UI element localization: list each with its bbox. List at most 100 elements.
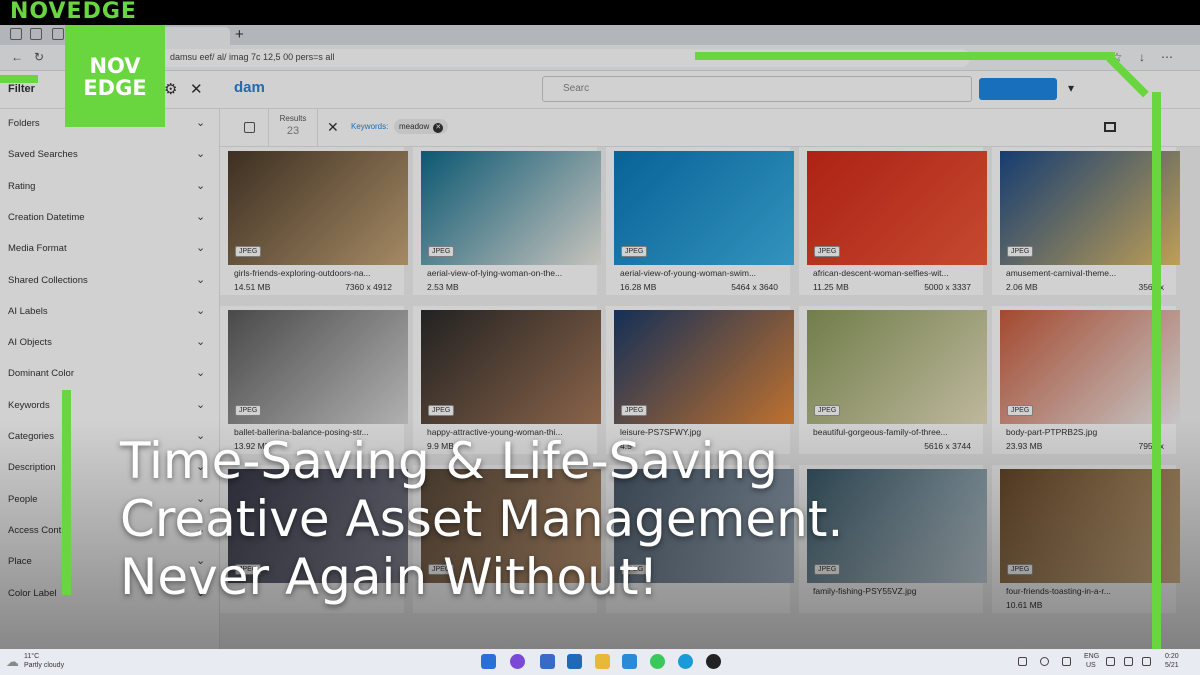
- chevron-down-icon[interactable]: ⌄: [196, 179, 205, 192]
- results-count: 23: [286, 125, 300, 137]
- chip-remove-icon[interactable]: ✕: [433, 123, 444, 133]
- format-badge: JPEG: [814, 405, 841, 416]
- battery-icon[interactable]: [1142, 657, 1151, 666]
- tab-actions-icon[interactable]: [30, 28, 42, 40]
- chevron-down-icon[interactable]: ⌄: [196, 366, 205, 379]
- chevron-down-icon[interactable]: ⌄: [196, 304, 205, 317]
- chevron-down-icon[interactable]: ⌄: [196, 210, 205, 223]
- filter-item-label: AI Labels: [8, 305, 48, 317]
- chevron-down-icon[interactable]: ⌄: [196, 116, 205, 129]
- format-badge: JPEG: [235, 405, 262, 416]
- language-indicator[interactable]: ENG: [1084, 653, 1099, 660]
- chevron-down-icon[interactable]: ⌄: [196, 241, 205, 254]
- filter-item-label: Folders: [8, 118, 40, 129]
- weather-icon[interactable]: ☁: [6, 654, 19, 670]
- filter-item[interactable]: AI Labels ⌄: [0, 297, 220, 328]
- filter-item-label: Place: [8, 556, 32, 568]
- edge-icon[interactable]: [678, 654, 693, 669]
- profile-icon[interactable]: [10, 28, 22, 40]
- format-badge: JPEG: [428, 405, 455, 416]
- filter-item[interactable]: Rating ⌄: [0, 172, 220, 203]
- close-icon[interactable]: ✕: [190, 80, 203, 98]
- search-input[interactable]: Searc: [542, 76, 972, 102]
- weather-temp: 11°C: [24, 653, 40, 660]
- novedge-logo: NOVEDGE: [10, 0, 137, 24]
- filter-item[interactable]: AI Objects ⌄: [0, 328, 220, 359]
- filter-item-label: People: [8, 493, 38, 505]
- asset-card[interactable]: JPEG aerial-view-of-young-woman-swim... 16…: [606, 147, 794, 295]
- results-toolbar: Results 23 ✕ Keywords: meadow ✕: [220, 109, 1200, 147]
- asset-filesize: 2.06 MB: [1006, 282, 1038, 292]
- filter-item-label: Keywords: [8, 399, 50, 411]
- asset-filename: amusement-carnival-theme...: [1006, 268, 1117, 278]
- clock-time[interactable]: 0:20: [1165, 653, 1179, 660]
- weather-desc: Partly cloudy: [24, 662, 65, 669]
- asset-dimensions: 5000 x 3337: [924, 282, 971, 292]
- asset-filename: african-descent-woman-selfies-wit...: [813, 268, 949, 278]
- filter-item[interactable]: Creation Datetime ⌄: [0, 203, 220, 234]
- asset-card[interactable]: JPEG african-descent-woman-selfies-wit...…: [799, 147, 987, 295]
- tray-chevron-icon[interactable]: [1018, 657, 1027, 666]
- volume-icon[interactable]: [1124, 657, 1133, 666]
- asset-filesize: 2.53 MB: [427, 282, 459, 292]
- filter-item-label: Categories: [8, 431, 54, 442]
- filter-item[interactable]: Dominant Color ⌄: [0, 359, 220, 390]
- clear-filters-icon[interactable]: ✕: [327, 119, 339, 136]
- app-brand-logo[interactable]: dam: [234, 79, 265, 96]
- chevron-down-icon[interactable]: ⌄: [196, 398, 205, 411]
- app-icon[interactable]: [706, 654, 721, 669]
- browser-tab-bar: ss +: [0, 25, 1200, 45]
- teams-icon[interactable]: [540, 654, 555, 669]
- primary-action-button[interactable]: [979, 78, 1057, 100]
- asset-card[interactable]: JPEG girls-friends-exploring-outdoors-na.…: [220, 147, 408, 295]
- filter-item[interactable]: Shared Collections ⌄: [0, 266, 220, 297]
- format-badge: JPEG: [621, 246, 648, 257]
- filter-item[interactable]: Saved Searches ⌄: [0, 140, 220, 171]
- headline-line-2: Creative Asset Management.: [120, 490, 844, 548]
- select-all-checkbox[interactable]: [244, 122, 255, 133]
- chevron-down-icon[interactable]: ⌄: [196, 335, 205, 348]
- back-icon[interactable]: ←: [10, 50, 24, 64]
- format-badge: JPEG: [1007, 246, 1034, 257]
- start-icon[interactable]: [481, 654, 496, 669]
- refresh-icon[interactable]: ↻: [32, 50, 46, 64]
- os-taskbar: ☁ 11°C Partly cloudy ENG US 0:20 5/21: [0, 649, 1200, 675]
- asset-filesize: 16.28 MB: [620, 282, 657, 292]
- filter-item-label: Saved Searches: [8, 149, 78, 161]
- asset-filesize: 14.51 MB: [234, 282, 271, 292]
- keyword-chip[interactable]: meadow ✕: [394, 119, 449, 134]
- extensions-icon[interactable]: ⋯: [1160, 50, 1174, 64]
- green-accent-top: [695, 52, 1115, 60]
- green-accent-vertical: [62, 390, 71, 595]
- tray-app-icon[interactable]: [1062, 657, 1071, 666]
- filter-item[interactable]: Keywords ⌄: [0, 391, 220, 422]
- headline-line-1: Time-Saving & Life-Saving: [120, 432, 778, 490]
- filter-item-label: Shared Collections: [8, 274, 88, 286]
- asset-card[interactable]: JPEG aerial-view-of-lying-woman-on-the...…: [413, 147, 601, 295]
- new-tab-button[interactable]: +: [235, 26, 244, 43]
- asset-card[interactable]: JPEG amusement-carnival-theme... 2.06 MB 35…: [992, 147, 1180, 295]
- tray-weather-icon[interactable]: [1040, 657, 1049, 666]
- wifi-icon[interactable]: [1106, 657, 1115, 666]
- format-badge: JPEG: [428, 246, 455, 257]
- whatsapp-icon[interactable]: [650, 654, 665, 669]
- chevron-down-icon[interactable]: ⌄: [196, 147, 205, 160]
- outlook-icon[interactable]: [567, 654, 582, 669]
- filter-item[interactable]: Media Format ⌄: [0, 234, 220, 265]
- gear-icon[interactable]: ⚙: [164, 80, 177, 98]
- asset-filename: girls-friends-exploring-outdoors-na...: [234, 268, 371, 278]
- store-icon[interactable]: [622, 654, 637, 669]
- chevron-down-icon[interactable]: ▾: [1068, 81, 1074, 95]
- asset-filename: aerial-view-of-lying-woman-on-the...: [427, 268, 563, 278]
- download-icon[interactable]: ↓: [1135, 50, 1149, 64]
- folder-icon[interactable]: [595, 654, 610, 669]
- tab-overview-icon[interactable]: [52, 28, 64, 40]
- filter-item-label: Creation Datetime: [8, 211, 85, 223]
- logo-line-2: EDGE: [83, 76, 147, 100]
- grid-view-icon[interactable]: [1104, 122, 1116, 132]
- green-accent-right: [1152, 92, 1161, 675]
- results-label: Results: [279, 114, 307, 123]
- chevron-down-icon[interactable]: ⌄: [196, 273, 205, 286]
- copilot-icon[interactable]: [510, 654, 525, 669]
- results-counter: Results 23: [268, 109, 318, 147]
